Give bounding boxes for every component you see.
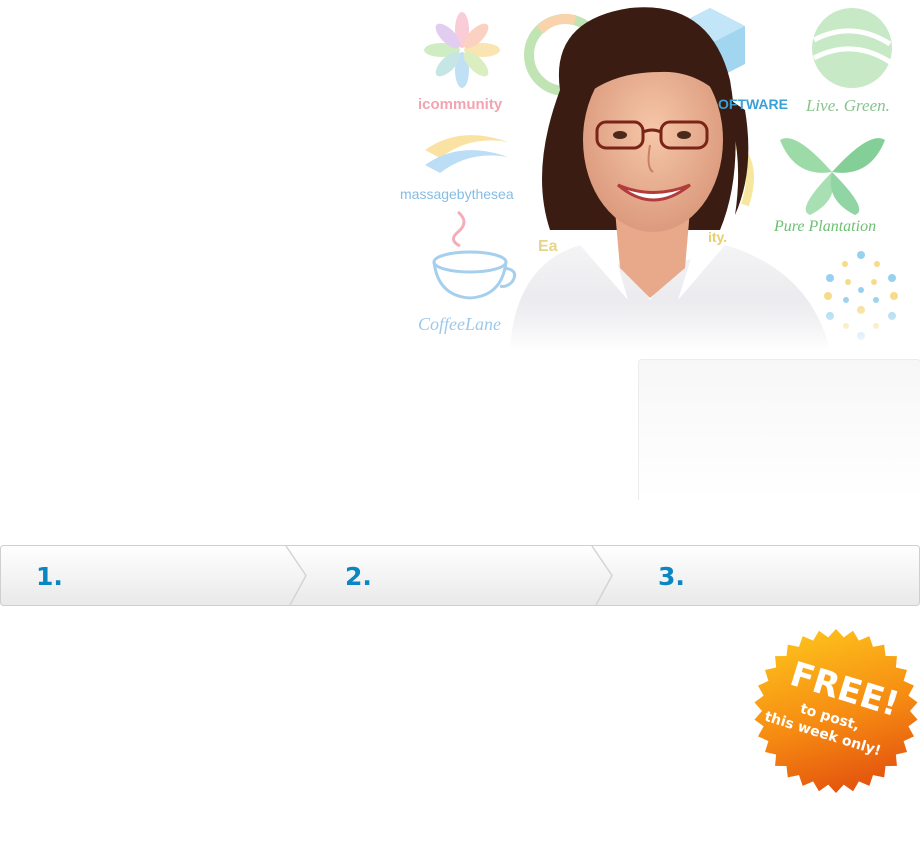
step-3: 3. xyxy=(658,562,685,591)
free-badge: FREE! to post, this week only! xyxy=(752,627,920,795)
ity-label: ity. xyxy=(708,229,728,245)
step-3-number: 3. xyxy=(658,562,685,591)
pure-plantation-label: Pure Plantation xyxy=(774,218,877,235)
icommunity-label: icommunity xyxy=(418,96,503,113)
ea-label: Ea xyxy=(538,238,558,255)
coffee-lane-label: CoffeeLane xyxy=(418,314,501,334)
info-panel xyxy=(638,359,920,500)
free-badge-seal: FREE! to post, this week only! xyxy=(754,629,918,793)
steps-bar-background: 1. 2. 3. xyxy=(0,545,920,606)
step-1-number: 1. xyxy=(36,562,63,591)
steps-bar: 1. 2. 3. xyxy=(0,545,920,606)
live-green-label: Live. Green. xyxy=(806,96,890,115)
step-1: 1. xyxy=(36,562,63,591)
software-label: OFTWARE xyxy=(718,96,788,112)
hero-image: icommunity OFTWARE Live. Green. massageb… xyxy=(400,0,920,350)
step-2-number: 2. xyxy=(345,562,372,591)
hero-illustration xyxy=(400,0,920,350)
step-2: 2. xyxy=(345,562,372,591)
massage-by-the-sea-label: massagebythesea xyxy=(400,186,514,202)
